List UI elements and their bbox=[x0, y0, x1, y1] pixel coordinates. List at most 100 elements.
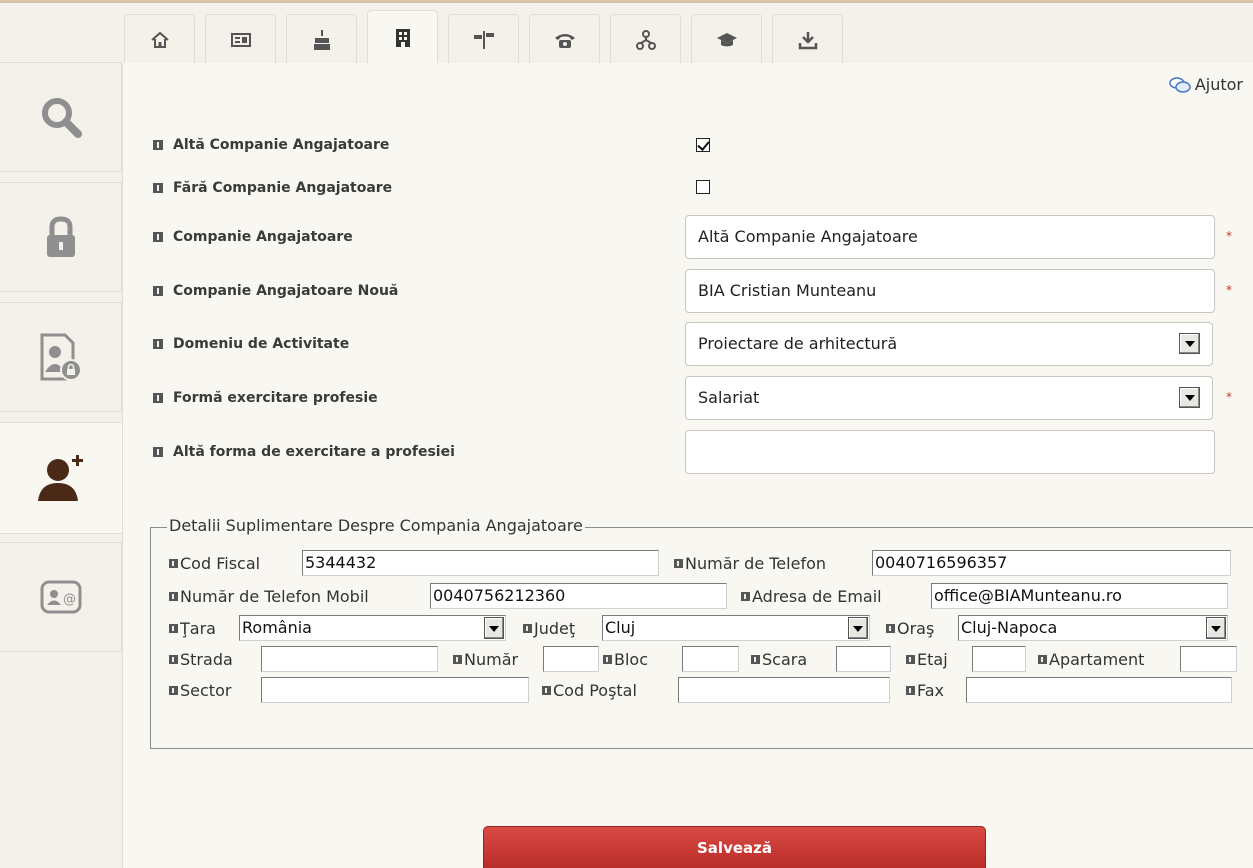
apartament-input[interactable] bbox=[1180, 646, 1237, 672]
cod-postal-input[interactable] bbox=[678, 677, 890, 703]
companie-noua-label: Companie Angajatoare Nouă bbox=[173, 283, 399, 299]
tab-birth[interactable] bbox=[286, 14, 357, 64]
info-bullet-icon bbox=[886, 623, 895, 633]
oras-select[interactable]: Cluj-Napoca bbox=[958, 615, 1228, 641]
required-mark: * bbox=[1226, 390, 1232, 404]
fara-companie-label: Fără Companie Angajatoare bbox=[173, 180, 393, 196]
cod-postal-label: Cod Poştal bbox=[553, 680, 637, 700]
alta-forma-field[interactable] bbox=[685, 430, 1215, 474]
forma-label: Formă exercitare profesie bbox=[173, 390, 378, 406]
company-details-fieldset: Detalii Suplimentare Despre Compania Ang… bbox=[150, 516, 1253, 749]
signpost-icon bbox=[473, 30, 494, 49]
row-alta-companie: Altă Companie Angajatoare bbox=[153, 130, 1243, 160]
id-card-icon bbox=[230, 32, 251, 47]
bloc-label: Bloc bbox=[614, 649, 649, 669]
dropdown-arrow-icon[interactable] bbox=[1179, 387, 1200, 408]
judet-label: Judeţ bbox=[534, 618, 576, 638]
tab-home[interactable] bbox=[124, 14, 195, 64]
home-icon bbox=[150, 31, 169, 48]
search-icon bbox=[41, 98, 82, 138]
info-bullet-icon bbox=[169, 591, 178, 601]
row-forma: Formă exercitare profesie Salariat * bbox=[153, 376, 1243, 420]
info-bullet-icon bbox=[741, 591, 750, 601]
email-input[interactable]: office@BIAMunteanu.ro bbox=[931, 583, 1228, 609]
etaj-label: Etaj bbox=[917, 649, 948, 669]
info-bullet-icon bbox=[153, 393, 163, 403]
fara-companie-checkbox[interactable] bbox=[696, 180, 710, 194]
info-bullet-icon bbox=[169, 623, 178, 633]
row-companie-noua: Companie Angajatoare Nouă BIA Cristian M… bbox=[153, 269, 1243, 313]
sidebar-item-security[interactable] bbox=[0, 182, 122, 292]
cod-fiscal-input[interactable]: 5344432 bbox=[302, 550, 659, 576]
strada-label: Strada bbox=[180, 649, 233, 669]
alta-forma-label: Altă forma de exercitare a profesiei bbox=[173, 444, 455, 460]
tab-contact[interactable] bbox=[529, 14, 600, 64]
sidebar-item-search[interactable] bbox=[0, 62, 122, 172]
bloc-input[interactable] bbox=[682, 646, 739, 672]
dropdown-arrow-icon[interactable] bbox=[1206, 617, 1226, 639]
companie-noua-field[interactable]: BIA Cristian Munteanu bbox=[685, 269, 1215, 313]
info-bullet-icon bbox=[153, 140, 163, 150]
tab-company[interactable] bbox=[367, 10, 438, 64]
tab-download[interactable] bbox=[772, 14, 843, 64]
sidebar-item-add-user[interactable] bbox=[0, 422, 124, 534]
org-chart-icon bbox=[635, 29, 656, 50]
phone-icon bbox=[554, 33, 575, 48]
alta-companie-label: Altă Companie Angajatoare bbox=[173, 137, 390, 153]
forma-select[interactable]: Salariat bbox=[685, 376, 1213, 420]
info-bullet-icon bbox=[169, 558, 178, 568]
scara-input[interactable] bbox=[836, 646, 891, 672]
save-button[interactable]: Salvează bbox=[483, 826, 986, 868]
sidebar-item-profile-lock[interactable] bbox=[0, 302, 122, 412]
info-bullet-icon bbox=[542, 685, 551, 695]
alta-companie-checkbox[interactable] bbox=[696, 138, 710, 152]
oras-label: Oraş bbox=[897, 618, 935, 638]
graduation-cap-icon bbox=[716, 32, 737, 46]
tara-select[interactable]: România bbox=[239, 615, 506, 641]
numar-input[interactable] bbox=[543, 646, 599, 672]
sidebar-item-contact-card[interactable]: @ bbox=[0, 542, 122, 652]
row-alta-forma: Altă forma de exercitare a profesiei bbox=[153, 430, 1243, 474]
dropdown-arrow-icon[interactable] bbox=[848, 617, 868, 639]
info-bullet-icon bbox=[906, 654, 915, 664]
dropdown-arrow-icon[interactable] bbox=[1179, 333, 1200, 354]
numar-label: Număr bbox=[464, 649, 519, 669]
help-link[interactable]: Ajutor bbox=[1169, 75, 1243, 94]
etaj-input[interactable] bbox=[972, 646, 1026, 672]
email-label: Adresa de Email bbox=[752, 586, 882, 606]
domeniu-value: Proiectare de arhitectură bbox=[698, 334, 898, 353]
tab-identity[interactable] bbox=[205, 14, 276, 64]
telefon-input[interactable]: 0040716596357 bbox=[872, 550, 1231, 576]
companie-field[interactable]: Altă Companie Angajatoare bbox=[685, 215, 1215, 259]
svg-text:@: @ bbox=[63, 592, 76, 607]
row-companie: Companie Angajatoare Altă Companie Angaj… bbox=[153, 215, 1243, 259]
info-bullet-icon bbox=[523, 623, 532, 633]
required-mark: * bbox=[1226, 229, 1232, 243]
tab-address[interactable] bbox=[448, 14, 519, 64]
info-bullet-icon bbox=[1038, 654, 1047, 664]
tara-value: România bbox=[242, 618, 312, 637]
tab-structure[interactable] bbox=[610, 14, 681, 64]
fax-input[interactable] bbox=[966, 677, 1232, 703]
info-bullet-icon bbox=[603, 654, 612, 664]
mobil-input[interactable]: 0040756212360 bbox=[430, 583, 727, 609]
companie-label: Companie Angajatoare bbox=[173, 229, 353, 245]
tab-education[interactable] bbox=[691, 14, 762, 64]
company-form-panel: Ajutor Altă Companie Angajatoare Fără Co… bbox=[122, 63, 1253, 868]
cod-fiscal-label: Cod Fiscal bbox=[180, 553, 261, 573]
fieldset-legend: Detalii Suplimentare Despre Compania Ang… bbox=[167, 516, 585, 535]
oras-value: Cluj-Napoca bbox=[961, 618, 1058, 637]
domeniu-select[interactable]: Proiectare de arhitectură bbox=[685, 322, 1213, 366]
info-bullet-icon bbox=[674, 558, 683, 568]
info-bullet-icon bbox=[153, 286, 163, 296]
fax-label: Fax bbox=[917, 680, 945, 700]
dropdown-arrow-icon[interactable] bbox=[484, 617, 504, 639]
sector-input[interactable] bbox=[261, 677, 529, 703]
info-bullet-icon bbox=[453, 654, 462, 664]
judet-select[interactable]: Cluj bbox=[602, 615, 870, 641]
strada-input[interactable] bbox=[261, 646, 438, 672]
forma-value: Salariat bbox=[698, 388, 760, 407]
sector-label: Sector bbox=[180, 680, 232, 700]
info-bullet-icon bbox=[751, 654, 760, 664]
row-fara-companie: Fără Companie Angajatoare bbox=[153, 173, 1243, 203]
